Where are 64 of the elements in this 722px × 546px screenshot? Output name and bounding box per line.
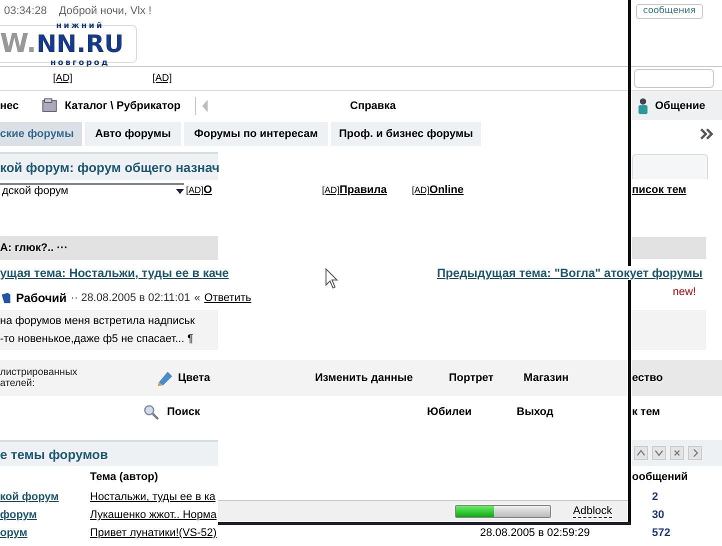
folder-icon (40, 96, 59, 114)
clock-time: 03:34:28 (4, 5, 47, 17)
next-icon[interactable] (688, 446, 702, 460)
portrait-link[interactable]: Портрет (448, 372, 494, 384)
up-icon[interactable] (634, 446, 648, 460)
forum-tab[interactable]: ские форумы (0, 122, 82, 146)
topic-list-link[interactable]: писок тем (632, 184, 686, 196)
double-chevron-icon[interactable] (700, 128, 714, 140)
column-header: Тема (автор) (90, 471, 158, 483)
forum-link[interactable]: орум (0, 527, 90, 539)
forum-tab[interactable]: Проф. и бизнес форумы (331, 122, 481, 146)
exit-link[interactable]: Выход (516, 406, 554, 418)
book-icon (0, 291, 12, 305)
rules-link[interactable]: [AD]Правила (322, 184, 387, 196)
column-header: ообщений (632, 471, 688, 483)
post-date: ·· 28.08.2005 в 02:11:01 (70, 292, 190, 304)
ad-link[interactable]: [AD] (53, 73, 72, 84)
new-label: new! (672, 286, 696, 298)
post-author: Рабочий (16, 291, 67, 305)
nav-item[interactable]: Каталог \ Рубрикатор (64, 100, 181, 112)
previous-topic-link[interactable]: Предыдущая тема: "Вогла" атокует форумы (437, 266, 702, 280)
colors-link[interactable]: Цвета (178, 372, 210, 384)
pencil-icon (156, 369, 174, 387)
forum-link[interactable]: [AD]О (186, 184, 212, 196)
nav-item[interactable]: нес (0, 100, 19, 112)
partial-icon (194, 96, 208, 114)
menu-link[interactable]: ество (632, 372, 663, 384)
shop-link[interactable]: Магазин (524, 372, 569, 384)
jubilee-link[interactable]: Юбилеи (427, 406, 472, 418)
edit-profile-link[interactable]: Изменить данные (315, 372, 413, 384)
message-count: 572 (652, 527, 670, 539)
message-count: 2 (652, 491, 658, 503)
message-count: 30 (652, 509, 664, 521)
caret-icon (176, 188, 184, 194)
messages-button[interactable]: сообщения (636, 4, 703, 18)
reply-link[interactable]: Ответить (204, 292, 252, 304)
adblock-label[interactable]: Adblock (573, 505, 612, 518)
topic-link[interactable]: Привет лунатики!(VS-52) (90, 527, 217, 539)
forum-tab[interactable]: Форумы по интересам (184, 122, 328, 146)
nav-item[interactable]: Справка (350, 100, 396, 112)
next-topic-link[interactable]: ущая тема: Ностальжи, туды ее в каче (0, 266, 229, 280)
user-note: листрированных ателей: (0, 367, 78, 389)
search-link[interactable]: Поиск (167, 406, 200, 418)
topic-link[interactable]: Ностальжи, туды ее в ка (90, 491, 216, 503)
quote-mark: « (194, 292, 200, 304)
mouse-cursor-icon (325, 268, 339, 290)
thread-title: А: глюк?.. ··· (0, 242, 68, 254)
greeting-text: Доброй ночи, Vlx ! (58, 5, 152, 17)
search-field[interactable] (634, 69, 714, 88)
forum-tab[interactable]: Авто форумы (85, 122, 181, 146)
ad-link[interactable]: [AD] (152, 73, 172, 84)
search-icon (143, 404, 159, 420)
forum-select[interactable]: дской форум (0, 182, 184, 198)
forum-link[interactable]: форум (0, 509, 90, 521)
topic-link[interactable]: Лукашенко жжот.. Норма (90, 509, 217, 521)
forum-link[interactable]: кой форум (0, 491, 90, 503)
post-text: на форумов меня встретила надписьк -то новенькое,даже ф5 не спасает... ¶ (0, 310, 218, 350)
down-icon[interactable] (652, 446, 666, 460)
close-icon[interactable] (670, 446, 684, 460)
topic-list-link[interactable]: к тем (632, 406, 660, 418)
section-title: е темы форумов (0, 446, 108, 462)
post-date: 28.08.2005 в 02:59:29 (480, 527, 590, 539)
forum-title: кой форум: форум общего назнач (0, 160, 220, 174)
online-link[interactable]: [AD]Online (412, 184, 464, 196)
